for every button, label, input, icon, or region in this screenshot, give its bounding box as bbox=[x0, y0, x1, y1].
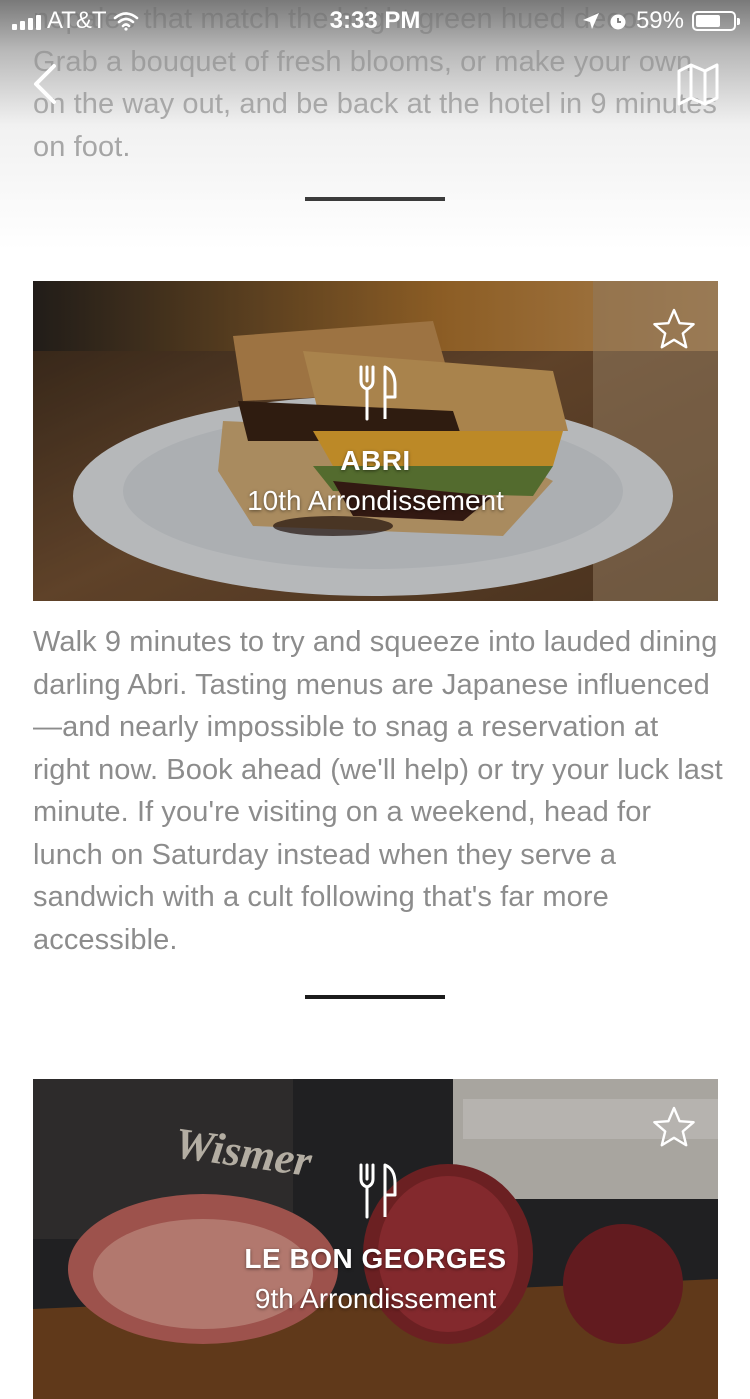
fork-knife-icon bbox=[359, 1163, 397, 1219]
place-area: 9th Arrondissement bbox=[254, 1283, 497, 1314]
place-area: 10th Arrondissement bbox=[247, 485, 504, 516]
battery-icon bbox=[692, 11, 740, 31]
alarm-icon bbox=[610, 14, 626, 30]
star-outline-icon[interactable] bbox=[652, 1105, 696, 1149]
place-name: ABRI bbox=[340, 445, 411, 476]
battery-percent: 59% bbox=[635, 7, 684, 34]
photo-dim-overlay bbox=[33, 281, 718, 601]
section-divider bbox=[305, 995, 445, 999]
location-arrow-icon bbox=[582, 13, 599, 29]
chevron-left-icon[interactable] bbox=[28, 62, 64, 106]
star-outline-icon[interactable] bbox=[652, 307, 696, 351]
fork-knife-icon bbox=[359, 365, 397, 421]
status-bar: AT&T 3:33 PM 59% bbox=[0, 0, 750, 40]
map-icon[interactable] bbox=[676, 62, 720, 106]
photo-dim-overlay bbox=[33, 1079, 718, 1399]
section-divider bbox=[305, 197, 445, 201]
place-card-abri[interactable]: ABRI 10th Arrondissement bbox=[33, 281, 718, 601]
status-right: 59% bbox=[582, 7, 740, 35]
place-name: LE BON GEORGES bbox=[244, 1243, 507, 1274]
place-card-le-bon-georges[interactable]: Wismer LE BON GEORGES 9th Arrondissement bbox=[33, 1079, 718, 1399]
place-description: Walk 9 minutes to try and squeeze into l… bbox=[33, 626, 723, 956]
